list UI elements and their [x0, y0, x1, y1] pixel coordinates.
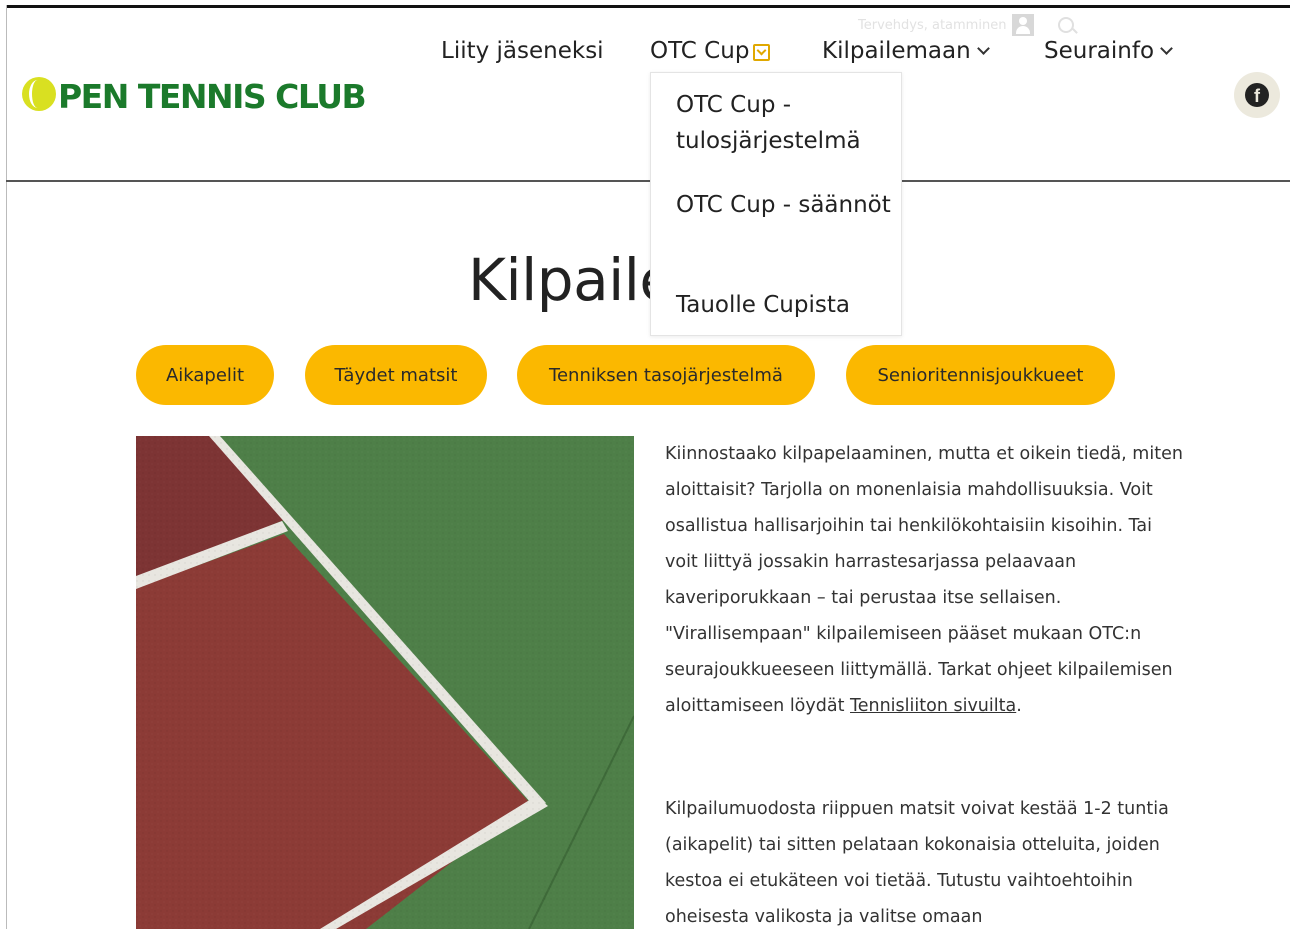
header-divider — [6, 180, 1290, 182]
main-nav: Liity jäseneksi OTC Cup Kilpailemaan Seu… — [0, 38, 1290, 70]
tennis-ball-icon — [22, 77, 56, 111]
taydet-matsit-button[interactable]: Täydet matsit — [305, 345, 487, 405]
dropdown-item-saannot[interactable]: OTC Cup - säännöt — [676, 187, 891, 223]
logo-text: PEN TENNIS CLUB — [58, 76, 367, 116]
nav-item-liity-jaseneksi[interactable]: Liity jäseneksi — [441, 38, 604, 64]
aikapelit-button[interactable]: Aikapelit — [136, 345, 274, 405]
site-logo[interactable]: PEN TENNIS CLUB — [22, 74, 367, 118]
nav-item-label: Seurainfo — [1044, 38, 1155, 64]
utility-bar: Tervehdys, atamminen — [858, 14, 1075, 36]
otc-cup-dropdown: OTC Cup - tulosjärjestelmä OTC Cup - sää… — [650, 72, 902, 336]
intro-paragraph-text: Kiinnostaako kilpapelaaminen, mutta et o… — [665, 444, 1183, 716]
tennis-court-image — [136, 436, 634, 929]
second-paragraph: Kilpailumuodosta riippuen matsit voivat … — [665, 799, 1169, 927]
nav-item-kilpailemaan[interactable]: Kilpailemaan — [822, 38, 990, 64]
senioritennisjoukkueet-button[interactable]: Senioritennisjoukkueet — [846, 345, 1115, 405]
search-icon[interactable] — [1058, 17, 1075, 33]
intro-paragraph: Kiinnostaako kilpapelaaminen, mutta et o… — [665, 436, 1185, 724]
dropdown-item-tauolle-cupista[interactable]: Tauolle Cupista — [676, 287, 891, 323]
greeting-text[interactable]: Tervehdys, atamminen — [858, 18, 1006, 33]
nav-item-label: Liity jäseneksi — [441, 38, 604, 64]
dropdown-item-tulosjarjestelma[interactable]: OTC Cup - tulosjärjestelmä — [676, 87, 891, 159]
top-border — [6, 5, 1290, 8]
chevron-down-icon[interactable] — [753, 43, 771, 61]
left-border — [6, 5, 7, 929]
nav-item-label: OTC Cup — [650, 38, 750, 64]
facebook-link[interactable]: f — [1234, 72, 1280, 118]
facebook-icon: f — [1245, 83, 1269, 107]
chevron-down-icon — [976, 41, 990, 55]
nav-item-seurainfo[interactable]: Seurainfo — [1044, 38, 1173, 64]
nav-item-otc-cup[interactable]: OTC Cup — [650, 38, 771, 64]
user-icon[interactable] — [1012, 14, 1035, 36]
chevron-down-icon — [1160, 41, 1173, 55]
nav-item-label: Kilpailemaan — [822, 38, 971, 64]
tasojarjestelma-button[interactable]: Tenniksen tasojärjestelmä — [517, 345, 815, 405]
tennisliitto-link[interactable]: Tennisliiton sivuilta — [850, 696, 1016, 716]
intro-paragraph-end: . — [1016, 696, 1022, 716]
